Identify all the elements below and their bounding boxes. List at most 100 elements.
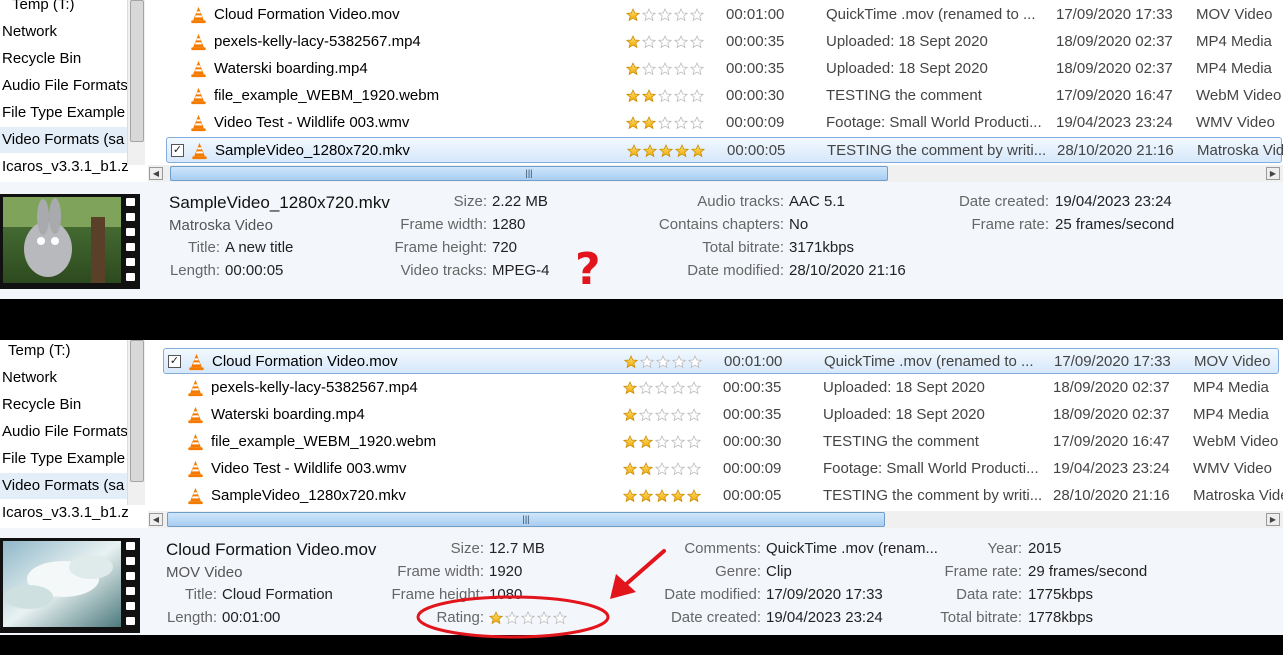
star-empty-icon[interactable] [642, 62, 656, 76]
horizontal-scrollbar[interactable]: ◀ ||| ▶ [148, 165, 1283, 182]
file-row[interactable]: file_example_WEBM_1920.webm 00:00:30 TESTI… [163, 429, 1279, 455]
nav-item[interactable]: Icaros_v3.3.1_b1.zip [0, 500, 129, 526]
star-empty-icon[interactable] [671, 462, 685, 476]
rating-stars[interactable] [626, 35, 716, 51]
star-filled-icon[interactable] [627, 144, 641, 158]
rating-stars[interactable] [626, 62, 716, 78]
detail-value[interactable]: 29 frames/second [1028, 561, 1147, 583]
star-empty-icon[interactable] [658, 35, 672, 49]
nav-item[interactable]: Audio File Formats [0, 73, 129, 99]
rating-stars[interactable] [623, 381, 713, 397]
star-filled-icon[interactable] [642, 89, 656, 103]
star-filled-icon[interactable] [624, 355, 638, 369]
star-empty-icon[interactable] [658, 116, 672, 130]
star-empty-icon[interactable] [655, 462, 669, 476]
horizontal-scrollbar[interactable]: ◀ ||| ▶ [148, 511, 1283, 528]
star-filled-icon[interactable] [623, 381, 637, 395]
vertical-scrollbar[interactable] [127, 340, 145, 505]
file-row[interactable]: Waterski boarding.mp4 00:00:35 Uploaded: 1… [163, 402, 1279, 428]
file-row[interactable]: Video Test - Wildlife 003.wmv 00:00:09 Foo… [166, 110, 1282, 136]
star-filled-icon[interactable] [626, 116, 640, 130]
star-empty-icon[interactable] [671, 408, 685, 422]
star-empty-icon[interactable] [521, 611, 535, 625]
star-filled-icon[interactable] [691, 144, 705, 158]
vertical-scroll-thumb[interactable] [130, 0, 144, 142]
star-empty-icon[interactable] [655, 381, 669, 395]
star-filled-icon[interactable] [626, 35, 640, 49]
star-empty-icon[interactable] [537, 611, 551, 625]
star-empty-icon[interactable] [687, 435, 701, 449]
scroll-left-icon[interactable]: ◀ [149, 167, 163, 180]
star-empty-icon[interactable] [640, 355, 654, 369]
rating-stars[interactable] [623, 489, 713, 505]
star-filled-icon[interactable] [675, 144, 689, 158]
star-empty-icon[interactable] [505, 611, 519, 625]
scroll-left-icon[interactable]: ◀ [149, 513, 163, 526]
file-row[interactable]: ✓ Cloud Formation Video.mov 00:01:00 QuickT… [163, 348, 1279, 374]
star-filled-icon[interactable] [639, 435, 653, 449]
vertical-scroll-thumb[interactable] [130, 340, 144, 482]
file-row[interactable]: Waterski boarding.mp4 00:00:35 Uploaded: 1… [166, 56, 1282, 82]
nav-item[interactable]: File Type Example [0, 100, 129, 126]
row-checkbox[interactable]: ✓ [171, 144, 184, 157]
star-filled-icon[interactable] [489, 611, 503, 625]
nav-item[interactable]: Video Formats (sa [0, 127, 129, 153]
rating-stars[interactable] [623, 408, 713, 424]
star-filled-icon[interactable] [643, 144, 657, 158]
rating-stars[interactable] [627, 144, 717, 160]
star-empty-icon[interactable] [655, 435, 669, 449]
star-empty-icon[interactable] [672, 355, 686, 369]
row-checkbox[interactable]: ✓ [168, 355, 181, 368]
horizontal-scroll-thumb[interactable]: ||| [167, 512, 885, 527]
star-filled-icon[interactable] [623, 462, 637, 476]
star-empty-icon[interactable] [687, 408, 701, 422]
star-empty-icon[interactable] [674, 62, 688, 76]
star-empty-icon[interactable] [553, 611, 567, 625]
nav-item[interactable]: Recycle Bin [0, 46, 129, 72]
horizontal-scroll-thumb[interactable]: ||| [170, 166, 888, 181]
star-empty-icon[interactable] [655, 408, 669, 422]
detail-value[interactable]: 1775kbps [1028, 584, 1093, 606]
detail-value[interactable]: 28/10/2020 21:16 [789, 260, 906, 282]
star-empty-icon[interactable] [658, 62, 672, 76]
detail-value[interactable]: 2015 [1028, 538, 1061, 560]
scroll-right-icon[interactable]: ▶ [1266, 513, 1280, 526]
star-empty-icon[interactable] [688, 355, 702, 369]
star-empty-icon[interactable] [690, 116, 704, 130]
file-row[interactable]: pexels-kelly-lacy-5382567.mp4 00:00:35 Upl… [163, 375, 1279, 401]
rating-stars[interactable] [626, 8, 716, 24]
detail-value[interactable]: 25 frames/second [1055, 214, 1174, 236]
star-empty-icon[interactable] [658, 89, 672, 103]
file-row[interactable]: file_example_WEBM_1920.webm 00:00:30 TESTI… [166, 83, 1282, 109]
star-empty-icon[interactable] [642, 8, 656, 22]
nav-item[interactable]: Video Formats (sa [0, 473, 129, 499]
star-filled-icon[interactable] [655, 489, 669, 503]
star-filled-icon[interactable] [642, 116, 656, 130]
file-row[interactable]: ✓ SampleVideo_1280x720.mkv 00:00:05 TESTING… [166, 137, 1283, 163]
star-empty-icon[interactable] [687, 381, 701, 395]
star-empty-icon[interactable] [674, 116, 688, 130]
star-empty-icon[interactable] [690, 8, 704, 22]
nav-item[interactable]: File Type Example [0, 446, 129, 472]
star-filled-icon[interactable] [687, 489, 701, 503]
detail-rating-stars[interactable] [489, 611, 569, 628]
star-empty-icon[interactable] [674, 89, 688, 103]
star-empty-icon[interactable] [658, 8, 672, 22]
star-filled-icon[interactable] [671, 489, 685, 503]
file-row[interactable]: Video Test - Wildlife 003.wmv 00:00:09 Foo… [163, 456, 1279, 482]
nav-item[interactable]: Network [0, 19, 129, 45]
star-empty-icon[interactable] [639, 408, 653, 422]
star-empty-icon[interactable] [690, 35, 704, 49]
star-empty-icon[interactable] [656, 355, 670, 369]
nav-item[interactable]: Recycle Bin [0, 392, 129, 418]
star-empty-icon[interactable] [639, 381, 653, 395]
star-empty-icon[interactable] [671, 381, 685, 395]
star-empty-icon[interactable] [690, 62, 704, 76]
file-row[interactable]: Cloud Formation Video.mov 00:01:00 QuickTi… [166, 2, 1282, 28]
star-filled-icon[interactable] [623, 489, 637, 503]
star-filled-icon[interactable] [623, 435, 637, 449]
nav-item[interactable]: Audio File Formats [0, 419, 129, 445]
rating-stars[interactable] [626, 89, 716, 105]
star-empty-icon[interactable] [642, 35, 656, 49]
star-filled-icon[interactable] [659, 144, 673, 158]
